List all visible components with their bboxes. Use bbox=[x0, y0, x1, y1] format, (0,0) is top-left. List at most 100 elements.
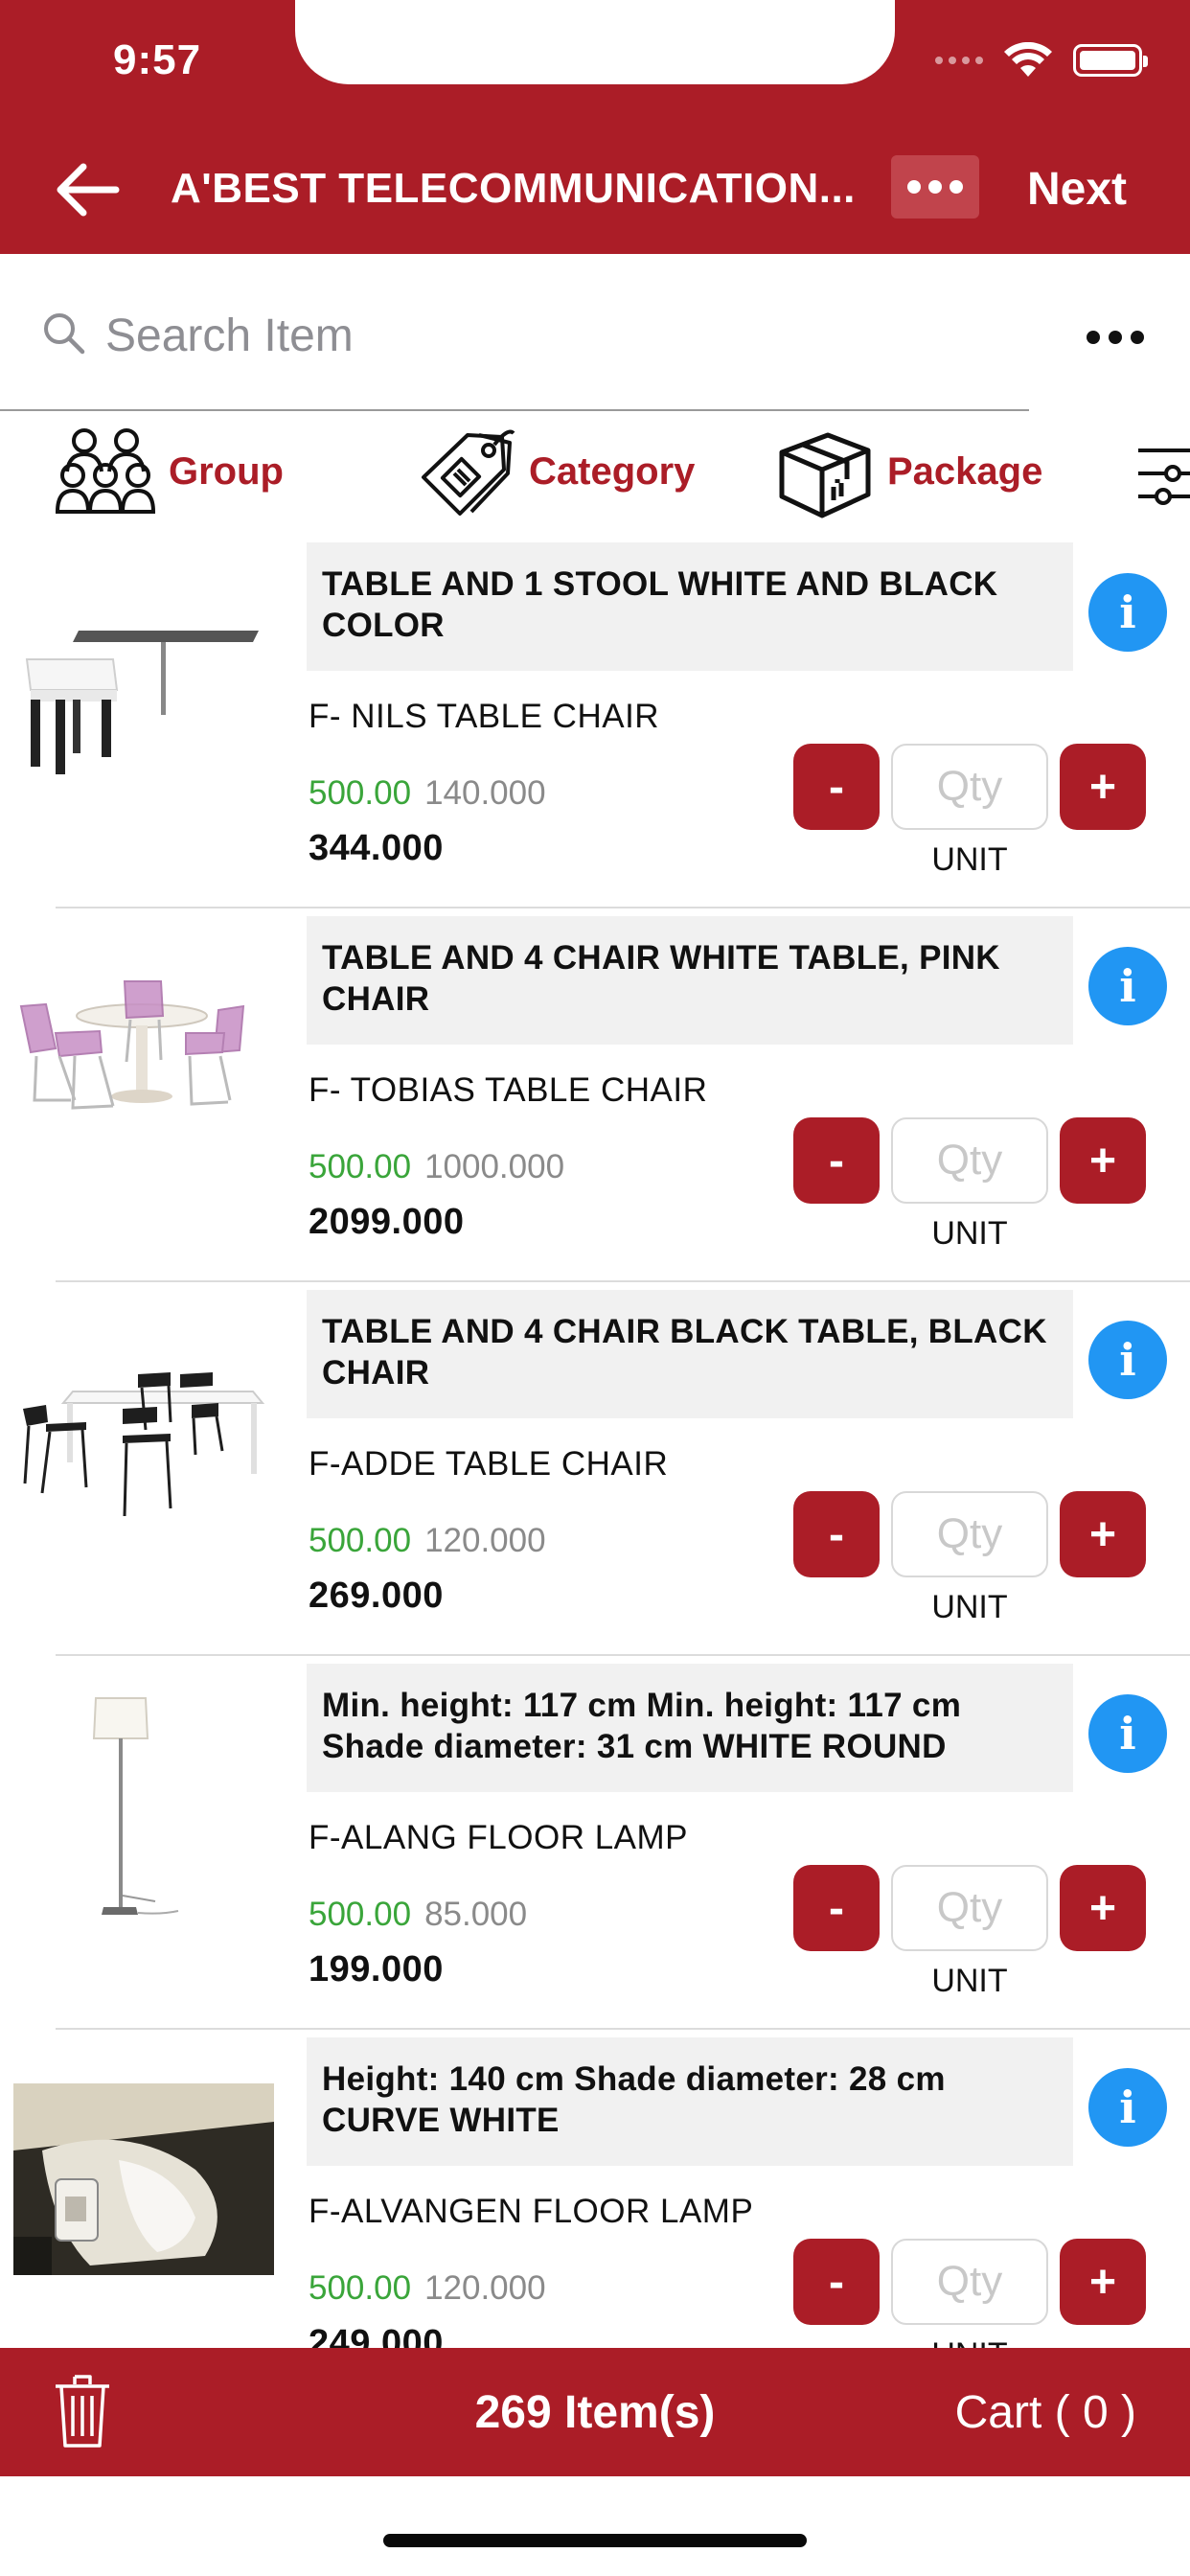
product-image[interactable] bbox=[13, 2083, 274, 2275]
product-name: F-ALANG FLOOR LAMP bbox=[309, 1819, 689, 1856]
alt-price: 140.000 bbox=[424, 774, 546, 812]
product-total: 344.000 bbox=[309, 828, 444, 868]
product-total: 2099.000 bbox=[309, 1202, 465, 1242]
filter-row: Group Category Package bbox=[0, 414, 1190, 529]
search-input[interactable] bbox=[105, 302, 968, 369]
bottom-bar: 269 Item(s) Cart ( 0 ) bbox=[0, 2348, 1190, 2476]
list-item[interactable]: TABLE AND 4 CHAIR BLACK TABLE, BLACK CHA… bbox=[0, 1282, 1190, 1656]
app-header: 9:57 A'BEST TELECOMMUNICATION... Next bbox=[0, 0, 1190, 254]
group-filter-button[interactable]: Group bbox=[56, 424, 284, 519]
qty-input[interactable] bbox=[891, 1117, 1048, 1204]
decrease-qty-button[interactable]: - bbox=[793, 1865, 880, 1951]
product-name: F- NILS TABLE CHAIR bbox=[309, 698, 660, 735]
list-item[interactable]: TABLE AND 1 STOOL WHITE AND BLACK COLOR … bbox=[0, 535, 1190, 908]
increase-qty-button[interactable]: + bbox=[1060, 1491, 1146, 1577]
product-list[interactable]: TABLE AND 1 STOOL WHITE AND BLACK COLOR … bbox=[0, 535, 1190, 2348]
arrow-left-icon bbox=[57, 163, 120, 217]
unit-price: 500.00 bbox=[309, 1522, 412, 1559]
white-table-black-chairs-image bbox=[23, 1372, 265, 1517]
info-button[interactable]: i bbox=[1088, 1694, 1167, 1773]
decrease-qty-button[interactable]: - bbox=[793, 744, 880, 830]
list-item[interactable]: Min. height: 117 cm Min. height: 117 cm … bbox=[0, 1656, 1190, 2030]
unit-label: UNIT bbox=[931, 841, 1008, 878]
product-description: TABLE AND 4 CHAIR BLACK TABLE, BLACK CHA… bbox=[307, 1290, 1073, 1418]
product-name: F-ALVANGEN FLOOR LAMP bbox=[309, 2193, 754, 2230]
info-icon: i bbox=[1119, 1708, 1136, 1760]
search-icon bbox=[44, 313, 85, 355]
package-filter-button[interactable]: Package bbox=[774, 424, 1042, 519]
product-total: 249.000 bbox=[309, 2323, 444, 2348]
category-filter-label: Category bbox=[529, 449, 696, 493]
alt-price: 85.000 bbox=[424, 1896, 528, 1933]
status-icons bbox=[935, 42, 1148, 79]
cellular-signal-icon bbox=[935, 57, 983, 64]
qty-input[interactable] bbox=[891, 1491, 1048, 1577]
list-item[interactable]: Height: 140 cm Shade diameter: 28 cm CUR… bbox=[0, 2030, 1190, 2348]
product-total: 199.000 bbox=[309, 1949, 444, 1990]
product-description: TABLE AND 1 STOOL WHITE AND BLACK COLOR bbox=[307, 542, 1073, 671]
unit-price: 500.00 bbox=[309, 774, 412, 812]
product-description: Height: 140 cm Shade diameter: 28 cm CUR… bbox=[307, 2037, 1073, 2166]
increase-qty-button[interactable]: + bbox=[1060, 1865, 1146, 1951]
qty-input[interactable] bbox=[891, 744, 1048, 830]
unit-label: UNIT bbox=[931, 1963, 1008, 1999]
increase-qty-button[interactable]: + bbox=[1060, 744, 1146, 830]
info-button[interactable]: i bbox=[1088, 2068, 1167, 2147]
table-stool-image bbox=[25, 631, 259, 774]
page-title: A'BEST TELECOMMUNICATION... bbox=[171, 165, 856, 212]
info-icon: i bbox=[1119, 2082, 1136, 2133]
list-item[interactable]: TABLE AND 4 CHAIR WHITE TABLE, PINK CHAI… bbox=[0, 908, 1190, 1282]
group-filter-label: Group bbox=[169, 449, 284, 493]
search-bar bbox=[0, 254, 1190, 412]
home-indicator[interactable] bbox=[383, 2534, 807, 2547]
qty-input[interactable] bbox=[891, 2239, 1048, 2325]
alt-price: 120.000 bbox=[424, 1522, 546, 1559]
alt-price: 1000.000 bbox=[424, 1148, 565, 1185]
round-table-pink-chairs-image bbox=[19, 980, 245, 1110]
package-icon bbox=[779, 432, 871, 518]
decrease-qty-button[interactable]: - bbox=[793, 1117, 880, 1204]
product-image[interactable] bbox=[17, 956, 266, 1167]
info-icon: i bbox=[1119, 1334, 1136, 1386]
info-button[interactable]: i bbox=[1088, 573, 1167, 652]
product-image[interactable] bbox=[17, 1697, 266, 1915]
increase-qty-button[interactable]: + bbox=[1060, 2239, 1146, 2325]
alt-price: 120.000 bbox=[424, 2269, 546, 2307]
product-image[interactable] bbox=[17, 1330, 266, 1541]
header-more-button[interactable] bbox=[891, 155, 979, 218]
wifi-icon bbox=[1004, 42, 1052, 77]
product-total: 269.000 bbox=[309, 1576, 444, 1616]
product-name: F- TOBIAS TABLE CHAIR bbox=[309, 1071, 708, 1109]
info-button[interactable]: i bbox=[1088, 947, 1167, 1025]
unit-price: 500.00 bbox=[309, 1148, 412, 1185]
qty-input[interactable] bbox=[891, 1865, 1048, 1951]
search-underline bbox=[0, 409, 1029, 411]
unit-price: 500.00 bbox=[309, 1896, 412, 1933]
back-button[interactable] bbox=[48, 151, 125, 228]
increase-qty-button[interactable]: + bbox=[1060, 1117, 1146, 1204]
unit-price: 500.00 bbox=[309, 2269, 412, 2307]
unit-label: UNIT bbox=[931, 1215, 1008, 1252]
product-description: TABLE AND 4 CHAIR WHITE TABLE, PINK CHAI… bbox=[307, 916, 1073, 1045]
product-description: Min. height: 117 cm Min. height: 117 cm … bbox=[307, 1664, 1073, 1792]
decrease-qty-button[interactable]: - bbox=[793, 1491, 880, 1577]
price-row: 500.00 1000.000 bbox=[309, 1148, 564, 1186]
package-filter-label: Package bbox=[887, 449, 1043, 493]
decrease-qty-button[interactable]: - bbox=[793, 2239, 880, 2325]
tag-icon bbox=[422, 429, 515, 516]
search-more-button[interactable] bbox=[1087, 331, 1144, 344]
price-row: 500.00 120.000 bbox=[309, 1522, 546, 1560]
info-icon: i bbox=[1119, 960, 1136, 1012]
unit-label: UNIT bbox=[931, 1589, 1008, 1625]
status-time: 9:57 bbox=[113, 36, 202, 83]
product-image[interactable] bbox=[17, 583, 266, 794]
filter-settings-button[interactable] bbox=[1134, 437, 1190, 515]
price-row: 500.00 140.000 bbox=[309, 774, 546, 813]
price-row: 500.00 85.000 bbox=[309, 1896, 527, 1934]
next-button[interactable]: Next bbox=[1027, 163, 1127, 216]
group-icon bbox=[56, 428, 155, 514]
category-filter-button[interactable]: Category bbox=[416, 424, 695, 519]
curve-lamp-photo bbox=[13, 2083, 274, 2275]
cart-button[interactable]: Cart ( 0 ) bbox=[955, 2386, 1136, 2439]
info-button[interactable]: i bbox=[1088, 1321, 1167, 1399]
